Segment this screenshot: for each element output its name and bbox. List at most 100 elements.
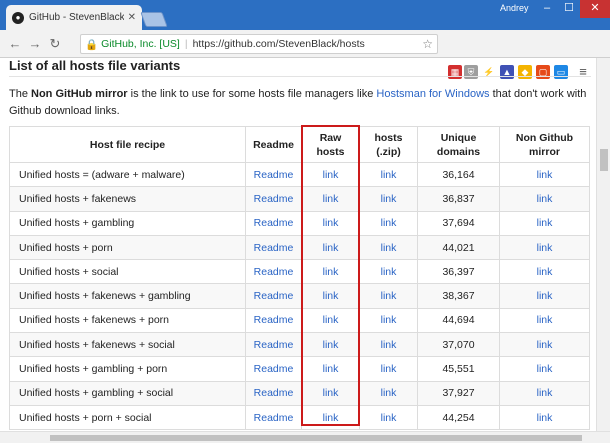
secure-origin-label: GitHub, Inc. [US] — [101, 38, 180, 50]
hosts-zip-link[interactable]: link — [381, 242, 397, 254]
minimize-button[interactable]: – — [536, 0, 558, 18]
table-header-row: Host file recipe Readme Raw hosts hosts … — [9, 126, 590, 163]
unique-domains-cell: 37,070 — [442, 338, 475, 351]
non-github-mirror-cell: link — [499, 307, 590, 334]
unique-domains-cell: 37,070 — [417, 332, 500, 358]
horizontal-scrollbar[interactable] — [0, 431, 610, 443]
table-row: Unified hosts + gambling + social Readme l… — [9, 380, 590, 406]
hosts-zip-link[interactable]: link — [381, 412, 397, 424]
recipe-cell: Unified hosts + gambling + social — [19, 387, 174, 400]
close-window-button[interactable]: ✕ — [580, 0, 610, 18]
unique-domains-cell: 37,694 — [442, 217, 475, 230]
recipe-cell: Unified hosts + social — [9, 259, 246, 285]
hosts-zip-cell: link — [359, 161, 418, 188]
browser-tab-github[interactable]: ● GitHub - StevenBlack/ho ✕ — [6, 5, 142, 30]
readme-link[interactable]: Readme — [254, 217, 294, 229]
non-github-mirror-link[interactable]: link — [537, 242, 553, 254]
non-github-mirror-link[interactable]: link — [537, 290, 553, 302]
non-github-mirror-cell: link — [499, 404, 590, 431]
readme-link[interactable]: Readme — [254, 193, 294, 205]
hosts-zip-link[interactable]: link — [381, 169, 397, 181]
recipe-cell: Unified hosts + fakenews — [19, 192, 137, 205]
readme-link[interactable]: Readme — [254, 387, 294, 399]
readme-link[interactable]: Readme — [254, 290, 294, 302]
raw-hosts-link[interactable]: link — [323, 387, 339, 399]
recipe-cell: Unified hosts + fakenews + social — [9, 332, 246, 358]
tab-close-icon[interactable]: ✕ — [128, 12, 136, 23]
raw-hosts-link[interactable]: link — [323, 314, 339, 326]
table-row: Unified hosts + gambling Readme link link 37… — [9, 210, 590, 236]
url-separator: | — [184, 38, 188, 50]
non-github-mirror-link[interactable]: link — [537, 412, 553, 424]
raw-hosts-link[interactable]: link — [323, 339, 339, 351]
readme-cell: Readme — [245, 356, 302, 382]
unique-domains-cell: 45,551 — [417, 356, 500, 382]
raw-hosts-link[interactable]: link — [323, 412, 339, 424]
hosts-zip-link[interactable]: link — [381, 387, 397, 399]
raw-hosts-link[interactable]: link — [323, 290, 339, 302]
raw-hosts-cell: link — [301, 234, 360, 261]
header-non-github-mirror: Non Github mirror — [499, 126, 590, 163]
readme-link[interactable]: Readme — [254, 339, 294, 351]
readme-link[interactable]: Readme — [254, 412, 294, 424]
header-readme: Readme — [245, 126, 302, 163]
hosts-zip-link[interactable]: link — [381, 363, 397, 375]
readme-link[interactable]: Readme — [254, 242, 294, 254]
hosts-variants-table: Host file recipe Readme Raw hosts hosts … — [9, 126, 590, 431]
horizontal-scroll-thumb[interactable] — [50, 435, 582, 441]
profile-name[interactable]: Andrey — [500, 3, 529, 13]
recipe-cell: Unified hosts + fakenews + social — [19, 338, 175, 351]
back-arrow-icon[interactable]: ← — [6, 35, 24, 53]
recipe-cell: Unified hosts + gambling + porn — [19, 363, 168, 376]
forward-arrow-icon[interactable]: → — [26, 35, 44, 53]
reload-icon[interactable]: ↻ — [46, 35, 64, 53]
hosts-zip-cell: link — [359, 259, 418, 285]
hosts-zip-link[interactable]: link — [381, 339, 397, 351]
raw-hosts-link[interactable]: link — [323, 217, 339, 229]
non-github-mirror-link[interactable]: link — [537, 314, 553, 326]
non-github-mirror-link[interactable]: link — [537, 363, 553, 375]
non-github-mirror-link[interactable]: link — [537, 217, 553, 229]
bookmark-star-icon[interactable]: ☆ — [422, 37, 433, 51]
non-github-mirror-link[interactable]: link — [537, 169, 553, 181]
unique-domains-cell: 36,397 — [442, 265, 475, 278]
non-github-mirror-cell: link — [499, 186, 590, 212]
non-github-mirror-cell: link — [499, 259, 590, 285]
hosts-zip-link[interactable]: link — [381, 314, 397, 326]
hosts-zip-link[interactable]: link — [381, 266, 397, 278]
hosts-zip-link[interactable]: link — [381, 193, 397, 205]
readme-link[interactable]: Readme — [254, 314, 294, 326]
non-github-mirror-link[interactable]: link — [537, 266, 553, 278]
table-row: Unified hosts + social Readme link link 36,3… — [9, 259, 590, 285]
readme-cell: Readme — [245, 332, 302, 358]
raw-hosts-cell: link — [301, 380, 360, 406]
readme-link[interactable]: Readme — [254, 266, 294, 278]
recipe-cell: Unified hosts + porn + social — [9, 404, 246, 431]
raw-hosts-link[interactable]: link — [323, 363, 339, 375]
raw-hosts-link[interactable]: link — [323, 242, 339, 254]
hosts-zip-link[interactable]: link — [381, 217, 397, 229]
raw-hosts-link[interactable]: link — [323, 169, 339, 181]
vertical-scroll-thumb[interactable] — [600, 149, 608, 171]
non-github-mirror-link[interactable]: link — [537, 387, 553, 399]
raw-hosts-cell: link — [301, 161, 360, 188]
maximize-button[interactable]: ☐ — [558, 0, 580, 18]
readme-cell: Readme — [245, 259, 302, 285]
raw-hosts-link[interactable]: link — [323, 266, 339, 278]
readme-link[interactable]: Readme — [254, 169, 294, 181]
new-tab-button[interactable] — [140, 12, 168, 27]
non-github-mirror-link[interactable]: link — [537, 193, 553, 205]
hosts-zip-link[interactable]: link — [381, 290, 397, 302]
hostsman-link[interactable]: Hostsman for Windows — [376, 88, 489, 100]
vertical-scrollbar[interactable] — [596, 58, 610, 431]
readme-link[interactable]: Readme — [254, 363, 294, 375]
recipe-cell: Unified hosts = (adware + malware) — [19, 168, 185, 181]
raw-hosts-link[interactable]: link — [323, 193, 339, 205]
address-bar[interactable]: 🔒 GitHub, Inc. [US] | https://github.com… — [80, 34, 438, 54]
readme-cell: Readme — [245, 186, 302, 212]
recipe-cell: Unified hosts + porn + social — [19, 411, 152, 424]
unique-domains-cell: 36,164 — [442, 168, 475, 181]
non-github-mirror-link[interactable]: link — [537, 339, 553, 351]
non-github-mirror-cell: link — [499, 332, 590, 358]
section-heading: List of all hosts file variants — [9, 58, 591, 77]
